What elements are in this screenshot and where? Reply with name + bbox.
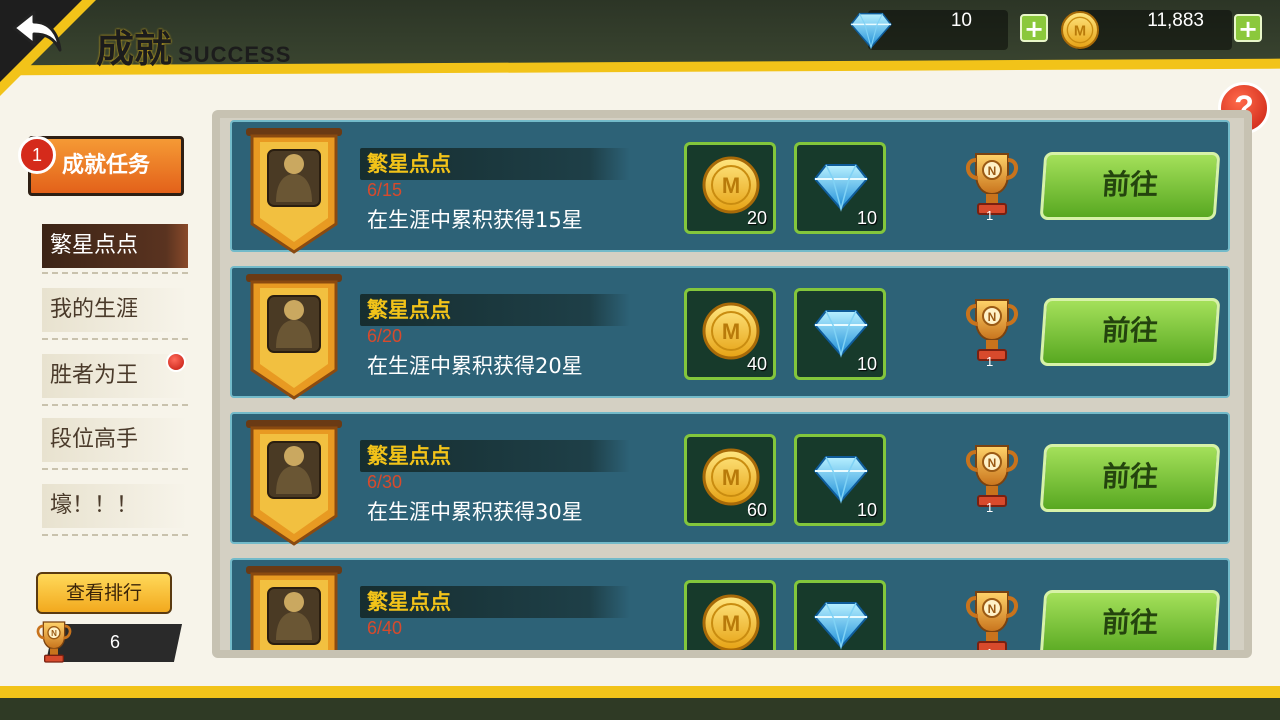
diamond-icon	[811, 593, 871, 650]
gem-reward: 10	[794, 434, 886, 526]
page-title: 成就 SUCCESS	[96, 18, 291, 73]
diamond-value: 10	[950, 10, 972, 31]
sidebar-divider	[42, 534, 188, 536]
achievement-banner-icon	[246, 420, 342, 546]
coin-reward-amount: 40	[746, 354, 767, 374]
sidebar-divider	[42, 404, 188, 406]
coin-icon	[701, 155, 761, 215]
diamond-icon	[811, 301, 871, 361]
achievement-name: 繁星点点	[367, 444, 451, 468]
gem-reward-amount: 10	[856, 208, 877, 228]
achievement-progress: 6/15	[367, 180, 403, 200]
coin-reward-amount: 20	[746, 208, 767, 228]
coin-reward	[684, 580, 776, 650]
coin-reward-amount: 60	[746, 500, 767, 520]
trophy-points: 1	[986, 208, 994, 223]
coin-reward: 40	[684, 288, 776, 380]
achievement-card: 繁星点点 6/30 在生涯中累积获得30星 60 10 1 前往	[230, 412, 1230, 544]
rank-value: 6	[110, 632, 121, 652]
achievement-progress: 6/20	[367, 326, 403, 346]
notification-dot	[166, 352, 186, 372]
achievement-list[interactable]: 繁星点点 6/15 在生涯中累积获得15星 20 10 1 前往 繁星点点 6/…	[212, 110, 1252, 658]
achievement-name: 繁星点点	[367, 298, 451, 322]
view-ranking-button[interactable]: 查看排行	[36, 572, 172, 614]
achievement-card: 繁星点点 6/15 在生涯中累积获得15星 20 10 1 前往	[230, 120, 1230, 252]
sidebar-item-rich[interactable]: 壕！！！	[42, 484, 188, 528]
go-button[interactable]: 前往	[1039, 590, 1221, 650]
sidebar-divider	[42, 272, 188, 274]
coin-icon	[701, 447, 761, 507]
coin-icon	[701, 301, 761, 361]
achievement-description: 在生涯中累积获得15星	[367, 208, 583, 232]
page-title-en: SUCCESS	[178, 42, 292, 67]
back-button[interactable]	[8, 6, 64, 58]
go-button[interactable]: 前往	[1039, 152, 1221, 220]
achievement-name: 繁星点点	[367, 152, 451, 176]
back-arrow-icon	[12, 10, 62, 52]
go-button[interactable]: 前往	[1039, 298, 1221, 366]
sidebar-item-stars[interactable]: 繁星点点	[42, 224, 188, 268]
add-diamond-button[interactable]: +	[1020, 14, 1048, 42]
achievement-progress: 6/30	[367, 472, 403, 492]
sidebar-divider	[42, 468, 188, 470]
diamond-icon	[811, 155, 871, 215]
gem-reward: 10	[794, 142, 886, 234]
footer-stripe	[0, 686, 1280, 698]
coin-reward: 20	[684, 142, 776, 234]
achievement-card: 繁星点点 6/20 在生涯中累积获得20星 40 10 1 前往	[230, 266, 1230, 398]
coin-icon	[1058, 10, 1102, 50]
go-button[interactable]: 前往	[1039, 444, 1221, 512]
diamond-icon	[846, 6, 896, 52]
trophy-icon	[34, 618, 74, 670]
achievement-description: 在生涯中累积获得30星	[367, 500, 583, 524]
gem-reward-amount: 10	[856, 354, 877, 374]
trophy-points: 1	[986, 354, 994, 369]
achievement-banner-icon	[246, 274, 342, 400]
diamond-icon	[811, 447, 871, 507]
coin-icon	[701, 593, 761, 650]
trophy-points: 1	[986, 500, 994, 515]
sidebar-item-career[interactable]: 我的生涯	[42, 288, 188, 332]
coin-reward: 60	[684, 434, 776, 526]
achievement-banner-icon	[246, 566, 342, 650]
achievement-name: 繁星点点	[367, 590, 451, 614]
achievement-banner-icon	[246, 128, 342, 254]
trophy-points: 1	[986, 646, 993, 650]
achievement-description: 在生涯中累积获得20星	[367, 354, 583, 378]
gem-reward-amount: 10	[856, 500, 877, 520]
achievement-list-inner: 繁星点点 6/15 在生涯中累积获得15星 20 10 1 前往 繁星点点 6/…	[220, 118, 1244, 650]
gem-reward: 10	[794, 288, 886, 380]
footer-band	[0, 698, 1280, 720]
gem-reward	[794, 580, 886, 650]
sidebar-item-rank-master[interactable]: 段位高手	[42, 418, 188, 462]
add-coin-button[interactable]: +	[1234, 14, 1262, 42]
trophy-icon	[962, 586, 1022, 650]
achievement-progress: 6/40	[367, 618, 403, 638]
sidebar-divider	[42, 338, 188, 340]
page-title-cn: 成就	[96, 27, 173, 71]
achievement-card: 繁星点点 6/40 1 前往	[230, 558, 1230, 650]
tab-badge: 1	[18, 136, 56, 174]
coin-value: 11,883	[1147, 10, 1204, 31]
